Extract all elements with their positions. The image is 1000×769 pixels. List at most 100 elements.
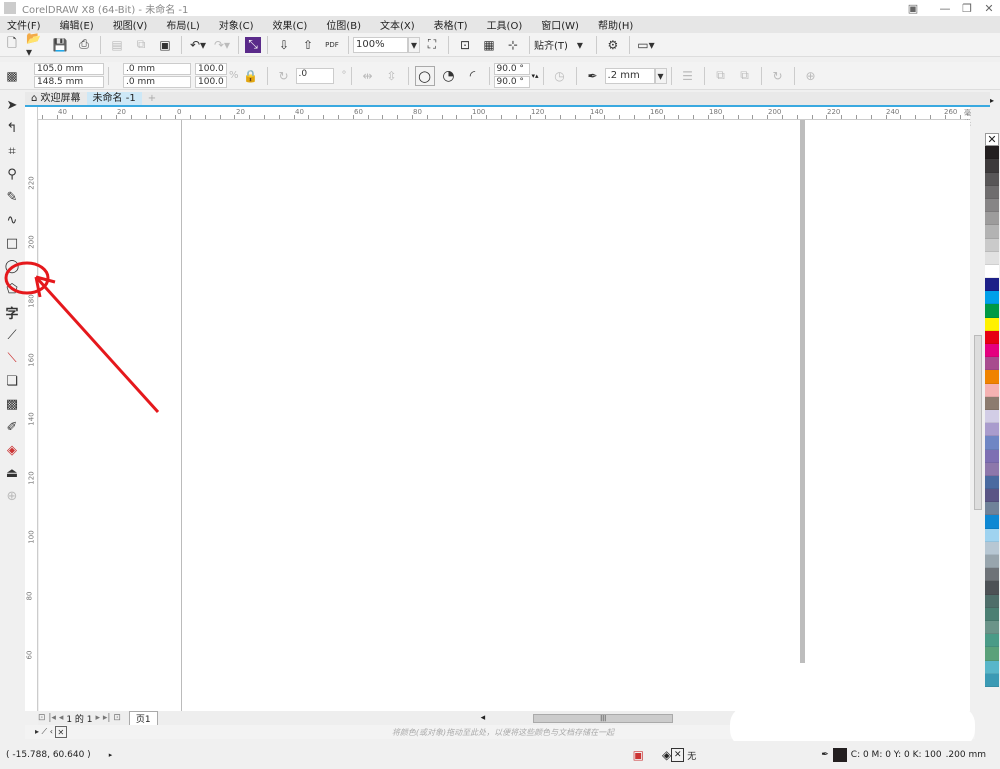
color-swatch[interactable]: [985, 238, 999, 252]
x-position-field[interactable]: 105.0 mm: [34, 63, 104, 75]
color-proof-icon[interactable]: ▣: [633, 748, 644, 762]
pen-tool-icon[interactable]: ✎: [2, 187, 22, 207]
color-swatch[interactable]: [985, 541, 999, 555]
color-swatch[interactable]: [985, 475, 999, 490]
color-swatch[interactable]: [985, 502, 999, 516]
scale-y-field[interactable]: 100.0: [195, 76, 227, 88]
color-swatch[interactable]: [985, 647, 999, 661]
text-tool-icon[interactable]: 字: [2, 302, 22, 322]
show-grid-icon[interactable]: ▦: [479, 35, 499, 55]
color-swatch[interactable]: [985, 528, 999, 542]
color-swatch[interactable]: [985, 489, 999, 503]
polygon-tool-icon[interactable]: ⬠: [2, 279, 22, 299]
start-angle-field[interactable]: 90.0 °: [493, 63, 530, 75]
color-swatch[interactable]: [985, 581, 999, 595]
height-field[interactable]: .0 mm: [123, 76, 191, 88]
end-angle-field[interactable]: 90.0 °: [493, 76, 530, 88]
snap-dropdown-icon[interactable]: ▾: [570, 35, 590, 55]
close-button[interactable]: ✕: [978, 2, 1000, 15]
color-swatch[interactable]: [985, 344, 999, 358]
color-swatch[interactable]: [985, 462, 999, 476]
rectangle-tool-icon[interactable]: □: [2, 233, 22, 253]
undo-icon[interactable]: ↶▾: [188, 35, 208, 55]
color-swatch[interactable]: [985, 198, 999, 213]
tab-welcome[interactable]: ⌂ 欢迎屏幕: [25, 92, 87, 105]
color-swatch[interactable]: [985, 594, 999, 608]
mirror-vertical-icon[interactable]: ⇳: [382, 66, 402, 86]
color-swatch[interactable]: [985, 436, 999, 450]
search-content-icon[interactable]: ⤡: [245, 36, 261, 53]
color-swatch[interactable]: [985, 449, 999, 463]
color-swatch[interactable]: [985, 568, 999, 582]
direction-icon[interactable]: ◷: [550, 66, 570, 86]
scale-x-field[interactable]: 100.0: [195, 63, 227, 75]
export-icon[interactable]: ⇧: [298, 35, 318, 55]
snap-to-menu[interactable]: 贴齐(T): [534, 37, 568, 52]
redo-icon[interactable]: ↷▾: [212, 35, 232, 55]
menu-help[interactable]: 帮助(H): [598, 17, 633, 32]
color-swatch[interactable]: [985, 620, 999, 635]
dimension-tool-icon[interactable]: ⟋: [2, 325, 22, 345]
full-screen-icon[interactable]: ⛶: [422, 35, 442, 55]
color-swatch[interactable]: [985, 172, 999, 186]
menu-table[interactable]: 表格(T): [434, 17, 468, 32]
pdf-icon[interactable]: PDF: [322, 35, 342, 55]
menu-layout[interactable]: 布局(L): [166, 17, 199, 32]
palette-menu-icon[interactable]: ▸ ⟋ ‹: [35, 727, 53, 737]
vertical-scrollbar[interactable]: [974, 335, 982, 510]
menu-window[interactable]: 窗口(W): [541, 17, 579, 32]
color-swatch[interactable]: [985, 607, 999, 621]
print-icon[interactable]: ⎙: [74, 35, 94, 55]
interactive-fill-icon[interactable]: ◈: [2, 440, 22, 460]
eyedropper-tool-icon[interactable]: ✐: [2, 417, 22, 437]
color-swatch[interactable]: [985, 304, 999, 318]
horizontal-scrollbar[interactable]: |||: [533, 713, 674, 723]
ellipse-icon[interactable]: ○: [414, 65, 435, 86]
convert-to-curves-icon[interactable]: ↻: [768, 66, 788, 86]
drawing-canvas[interactable]: [39, 120, 982, 711]
artistic-media-icon[interactable]: ∿: [2, 210, 22, 230]
color-swatch[interactable]: [985, 264, 999, 279]
page-nav-buttons[interactable]: ⊡ |◂ ◂: [38, 713, 63, 723]
color-swatch[interactable]: [985, 673, 999, 687]
menu-object[interactable]: 对象(C): [219, 17, 254, 32]
color-swatch[interactable]: [985, 278, 999, 292]
color-swatch[interactable]: [985, 185, 999, 199]
status-expand-icon[interactable]: ▸: [109, 751, 113, 759]
width-field[interactable]: .0 mm: [123, 63, 191, 75]
connector-tool-icon[interactable]: ⟍: [2, 348, 22, 368]
menu-effects[interactable]: 效果(C): [273, 17, 308, 32]
tab-document[interactable]: 未命名 -1: [86, 92, 142, 105]
vertical-ruler[interactable]: 220 200 180 160 140 120 100 80 60: [25, 107, 38, 711]
color-swatch[interactable]: [985, 225, 999, 239]
drop-shadow-tool-icon[interactable]: ❏: [2, 371, 22, 391]
outline-width-dropdown-icon[interactable]: ▾: [654, 67, 667, 84]
import-icon[interactable]: ⇩: [274, 35, 294, 55]
color-swatch[interactable]: [985, 317, 999, 331]
color-swatch[interactable]: [985, 212, 999, 226]
mirror-horizontal-icon[interactable]: ⇹: [358, 66, 378, 86]
pick-tool-icon[interactable]: ➤: [2, 95, 22, 115]
color-swatch[interactable]: [985, 409, 999, 424]
application-launcher-icon[interactable]: ▭▾: [636, 35, 656, 55]
horizontal-ruler[interactable]: 毫米 4020020406080100120140160180200220240…: [38, 107, 971, 127]
minimize-button[interactable]: —: [934, 2, 956, 15]
new-document-icon[interactable]: 🗋: [2, 35, 22, 55]
rotation-field[interactable]: .0: [295, 67, 334, 84]
smart-fill-icon[interactable]: ⏏: [2, 463, 22, 483]
no-color-swatch[interactable]: ✕: [985, 133, 999, 147]
color-swatch[interactable]: [985, 159, 999, 173]
y-position-field[interactable]: 148.5 mm: [34, 76, 104, 88]
color-swatch[interactable]: [985, 515, 999, 529]
color-swatch[interactable]: [985, 383, 999, 397]
to-front-icon[interactable]: ⧉: [711, 66, 731, 86]
user-icon[interactable]: ▣: [902, 2, 924, 15]
menu-edit[interactable]: 编辑(E): [60, 17, 94, 32]
zoom-tool-icon[interactable]: ⚲: [2, 164, 22, 184]
add-icon[interactable]: ⊕: [801, 66, 821, 86]
arc-icon[interactable]: ◜: [463, 66, 483, 86]
to-back-icon[interactable]: ⧉: [735, 66, 755, 86]
reference-point-icon[interactable]: ▩: [2, 66, 22, 86]
menu-bitmaps[interactable]: 位图(B): [326, 17, 361, 32]
show-rulers-icon[interactable]: ⊡: [455, 35, 475, 55]
